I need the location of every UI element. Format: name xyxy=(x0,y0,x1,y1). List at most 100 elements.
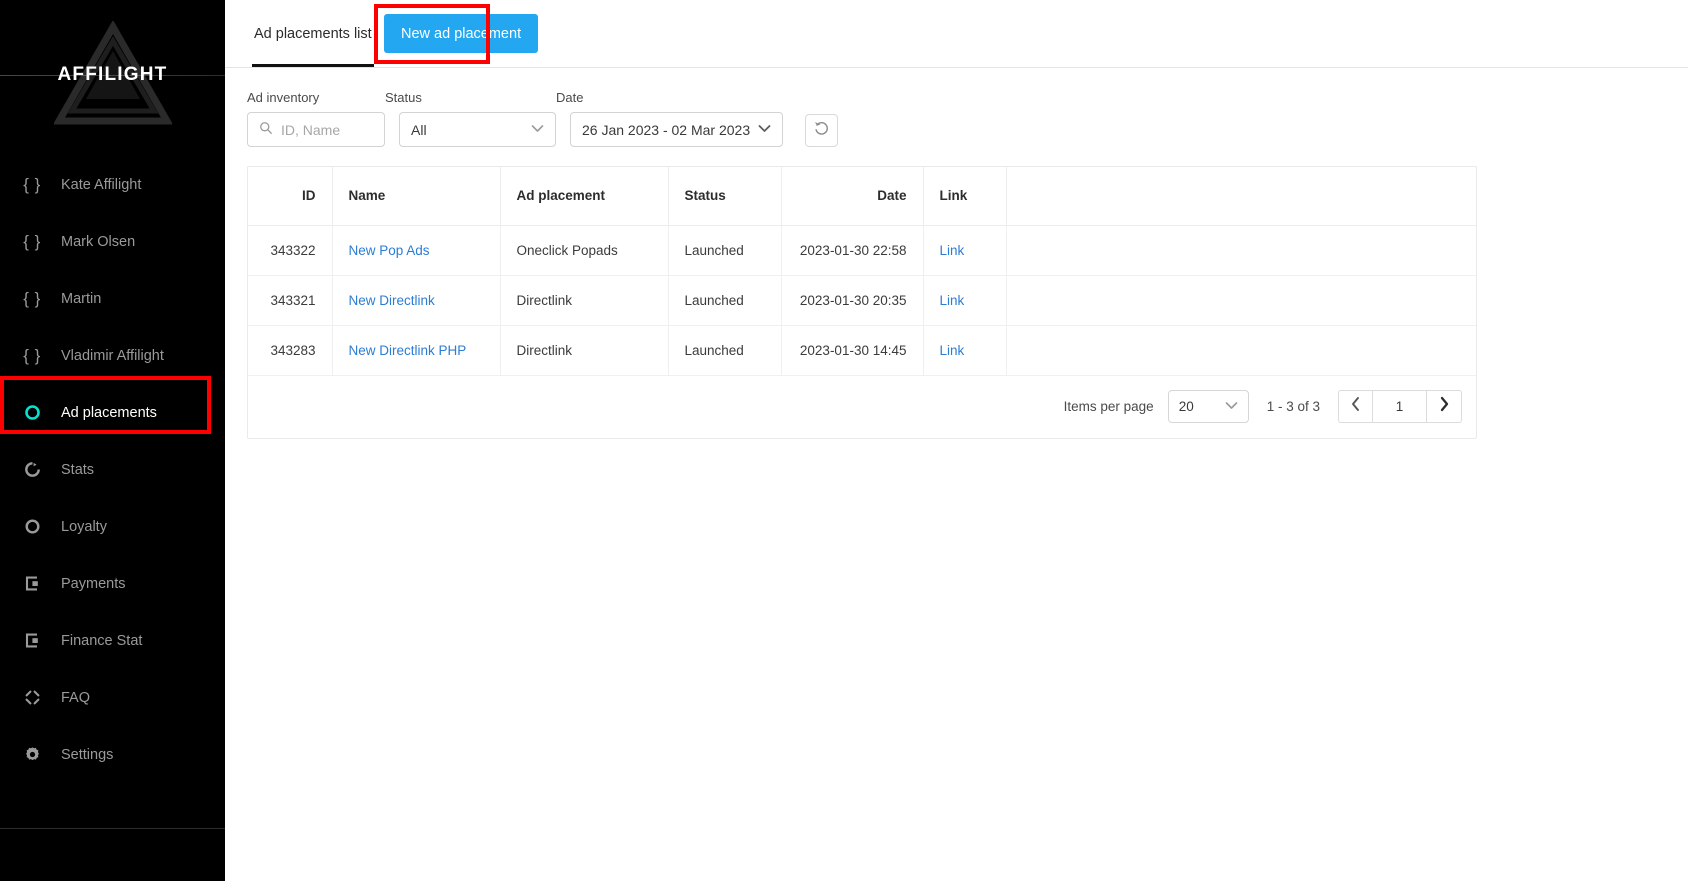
sidebar-bottom-divider xyxy=(0,828,225,829)
page-number-button[interactable]: 1 xyxy=(1373,390,1427,423)
cell-status: Launched xyxy=(668,325,782,376)
row-link[interactable]: Link xyxy=(940,243,965,258)
cell-placement: Directlink xyxy=(500,325,669,376)
cell-id: 343322 xyxy=(248,225,333,276)
chevron-down-icon xyxy=(1225,401,1238,413)
ad-placement-name-link[interactable]: New Directlink PHP xyxy=(349,343,467,358)
cell-placement: Oneclick Popads xyxy=(500,225,669,276)
cell-name: New Directlink xyxy=(332,275,501,326)
sidebar-item-kate-affilight[interactable]: { } Kate Affilight xyxy=(0,156,225,213)
sidebar-item-label: Payments xyxy=(61,575,126,592)
table-row[interactable]: 343322 New Pop Ads Oneclick Popads Launc… xyxy=(248,225,1476,276)
sidebar-item-label: Martin xyxy=(61,290,102,307)
braces-icon: { } xyxy=(23,345,41,365)
sidebar-item-stats[interactable]: Stats xyxy=(0,441,225,498)
ad-placement-name-link[interactable]: New Directlink xyxy=(349,293,435,308)
sidebar-item-faq[interactable]: FAQ xyxy=(0,669,225,726)
chevron-down-icon xyxy=(758,124,771,136)
circle-icon xyxy=(22,403,42,423)
items-per-page-value: 20 xyxy=(1178,399,1194,414)
main-content: Ad placements list New ad placement Ad i… xyxy=(225,0,1688,881)
filter-label-ad-inventory: Ad inventory xyxy=(247,90,320,105)
braces-icon: { } xyxy=(23,288,41,308)
reset-filters-button[interactable] xyxy=(805,114,838,147)
tab-label: Ad placements list xyxy=(254,25,372,42)
pie-chart-icon xyxy=(22,460,42,480)
filter-ad-inventory: Ad inventory ID, Name xyxy=(247,90,385,147)
pagination-range: 1 - 3 of 3 xyxy=(1266,399,1320,414)
column-header-date[interactable]: Date xyxy=(781,167,924,226)
row-link[interactable]: Link xyxy=(940,343,965,358)
sidebar-item-ad-placements[interactable]: Ad placements xyxy=(0,384,225,441)
status-select[interactable]: All xyxy=(399,112,556,147)
table-header-row: ID Name Ad placement Status Date Link xyxy=(248,167,1476,226)
next-page-button[interactable] xyxy=(1427,390,1462,423)
cell-link: Link xyxy=(923,275,1007,326)
table-row[interactable]: 343321 New Directlink Directlink Launche… xyxy=(248,275,1476,326)
column-header-actions xyxy=(1006,167,1476,226)
row-link[interactable]: Link xyxy=(940,293,965,308)
column-header-link[interactable]: Link xyxy=(923,167,1007,226)
column-header-placement[interactable]: Ad placement xyxy=(500,167,669,226)
sidebar-item-payments[interactable]: Payments xyxy=(0,555,225,612)
tab-ad-placements-list[interactable]: Ad placements list xyxy=(252,0,374,67)
column-header-name[interactable]: Name xyxy=(332,167,501,226)
cell-date: 2023-01-30 22:58 xyxy=(781,225,924,276)
cell-status: Launched xyxy=(668,225,782,276)
sidebar-item-label: Loyalty xyxy=(61,518,107,535)
reset-rotate-icon xyxy=(813,120,830,142)
chevron-down-icon xyxy=(531,124,544,136)
filter-label-status: Status xyxy=(385,90,422,105)
top-bar: Ad placements list New ad placement xyxy=(225,0,1688,68)
filter-status: Status All xyxy=(385,90,556,147)
card-icon xyxy=(22,574,42,594)
new-ad-placement-button[interactable]: New ad placement xyxy=(384,14,539,53)
sidebar-item-label: Finance Stat xyxy=(61,632,143,649)
sidebar-item-label: FAQ xyxy=(61,689,91,706)
filter-bar: Ad inventory ID, Name Status All Date 26… xyxy=(225,68,1688,147)
circle-icon xyxy=(22,517,42,537)
cell-id: 343283 xyxy=(248,325,333,376)
cell-actions xyxy=(1006,275,1476,326)
gear-icon xyxy=(22,745,42,765)
date-range-select[interactable]: 26 Jan 2023 - 02 Mar 2023 xyxy=(570,112,783,147)
ad-placement-name-link[interactable]: New Pop Ads xyxy=(349,243,430,258)
filter-label-date: Date xyxy=(556,90,584,105)
table-head: ID Name Ad placement Status Date Link xyxy=(248,167,1476,226)
sidebar-item-mark-olsen[interactable]: { } Mark Olsen xyxy=(0,213,225,270)
column-header-status[interactable]: Status xyxy=(668,167,782,226)
cell-link: Link xyxy=(923,225,1007,276)
date-range-value: 26 Jan 2023 - 02 Mar 2023 xyxy=(582,121,751,138)
sidebar-item-martin[interactable]: { } Martin xyxy=(0,270,225,327)
status-select-value: All xyxy=(411,121,427,138)
search-input-placeholder: ID, Name xyxy=(281,121,341,138)
filter-date: Date 26 Jan 2023 - 02 Mar 2023 xyxy=(556,90,783,147)
column-header-id[interactable]: ID xyxy=(248,167,333,226)
ad-placements-table-container: ID Name Ad placement Status Date Link 34… xyxy=(247,166,1477,439)
sidebar-item-vladimir-affilight[interactable]: { } Vladimir Affilight xyxy=(0,327,225,384)
cell-status: Launched xyxy=(668,275,782,326)
chevron-right-icon xyxy=(1439,396,1450,417)
cell-link: Link xyxy=(923,325,1007,376)
ad-inventory-search-field[interactable]: ID, Name xyxy=(247,112,385,147)
previous-page-button[interactable] xyxy=(1338,390,1373,423)
brand-logo[interactable]: AFFILIGHT xyxy=(0,0,225,150)
sidebar-item-label: Settings xyxy=(61,746,114,763)
table-row[interactable]: 343283 New Directlink PHP Directlink Lau… xyxy=(248,325,1476,376)
search-icon xyxy=(259,121,273,138)
sidebar-item-finance-stat[interactable]: Finance Stat xyxy=(0,612,225,669)
ad-placements-table: ID Name Ad placement Status Date Link 34… xyxy=(248,167,1476,376)
app-root: AFFILIGHT { } Kate Affilight { } Mark Ol… xyxy=(0,0,1688,881)
chevron-left-icon xyxy=(1350,396,1361,417)
cell-date: 2023-01-30 14:45 xyxy=(781,325,924,376)
cell-name: New Pop Ads xyxy=(332,225,501,276)
items-per-page-select[interactable]: 20 xyxy=(1167,390,1249,423)
table-body: 343322 New Pop Ads Oneclick Popads Launc… xyxy=(248,225,1476,376)
sidebar-item-label: Mark Olsen xyxy=(61,233,136,250)
brand-name: AFFILIGHT xyxy=(57,64,168,85)
cell-name: New Directlink PHP xyxy=(332,325,501,376)
pagination-bar: Items per page 20 1 - 3 of 3 1 xyxy=(248,376,1476,438)
sidebar-item-settings[interactable]: Settings xyxy=(0,726,225,783)
sidebar-item-loyalty[interactable]: Loyalty xyxy=(0,498,225,555)
sidebar: AFFILIGHT { } Kate Affilight { } Mark Ol… xyxy=(0,0,225,881)
